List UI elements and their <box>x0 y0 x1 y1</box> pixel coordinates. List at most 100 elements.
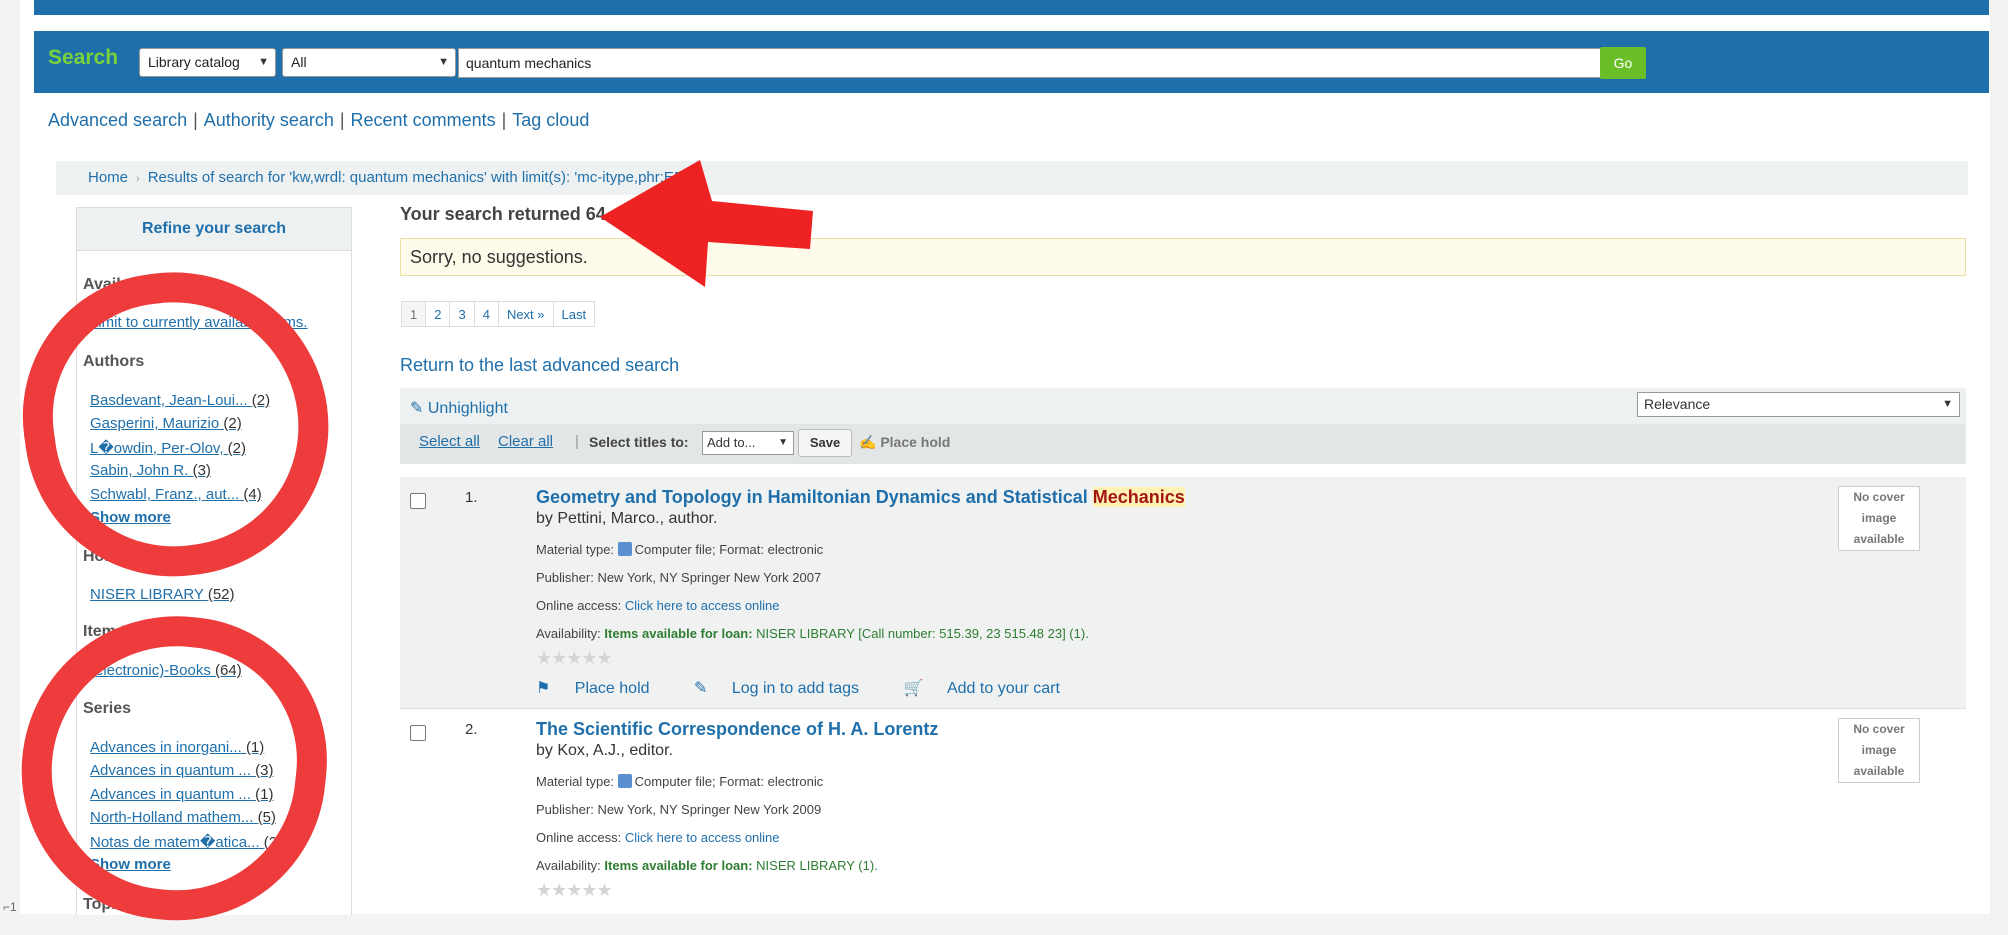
series-title: Series <box>83 700 132 717</box>
save-button[interactable]: Save <box>798 429 852 457</box>
go-button[interactable]: Go <box>1600 47 1646 79</box>
result-checkbox[interactable] <box>410 725 426 741</box>
series-facet-link[interactable]: Advances in quantum ... (1) <box>90 786 273 803</box>
unhighlight-button[interactable]: ✎ Unhighlight <box>410 398 508 418</box>
result-number: 1. <box>465 489 478 506</box>
result-author: by Pettini, Marco., author. <box>536 510 718 527</box>
add-tags-link[interactable]: ✎ Log in to add tags <box>694 680 879 697</box>
author-facet-link[interactable]: Gasperini, Maurizio (2) <box>90 415 242 432</box>
result-checkbox[interactable] <box>410 493 426 509</box>
availability-title: Availability <box>83 276 167 293</box>
tag-cloud-link[interactable]: Tag cloud <box>512 110 589 130</box>
material-type-line: Material type: Computer file; Format: el… <box>536 542 824 557</box>
no-cover-placeholder: No cover image available <box>1838 718 1920 783</box>
search-label: Search <box>48 46 119 69</box>
advanced-search-link[interactable]: Advanced search <box>48 110 187 130</box>
author-facet-link[interactable]: Schwabl, Franz., aut... (4) <box>90 486 262 503</box>
catalog-select[interactable]: Library catalog ▼ <box>139 48 276 77</box>
index-select[interactable]: All ▼ <box>282 48 456 77</box>
rating-stars[interactable]: ★★★★★ <box>536 648 613 669</box>
online-access-link[interactable]: Click here to access online <box>625 830 780 845</box>
pagination: 1 2 3 4 Next » Last <box>401 301 596 327</box>
result-actions: ⚑ Place hold ✎ Log in to add tags 🛒 Add … <box>536 678 1100 698</box>
add-cart-link[interactable]: 🛒 Add to your cart <box>904 680 1080 697</box>
item-types-title: Item types <box>83 623 163 640</box>
return-advanced-search-link[interactable]: Return to the last advanced search <box>400 355 679 376</box>
add-to-select[interactable]: Add to... ▼ <box>702 431 794 455</box>
annotation-arrow-icon <box>600 160 813 287</box>
secondary-nav: Advanced search | Authority search | Recent … <box>48 110 590 130</box>
select-titles-label: Select titles to: <box>589 434 689 450</box>
chevron-down-icon: ▼ <box>258 56 269 68</box>
results-toolbar: ✎ Unhighlight Relevance ▼ <box>400 388 1966 428</box>
result-title[interactable]: Geometry and Topology in Hamiltonian Dyn… <box>536 487 1185 508</box>
hold-icon: ⚑ <box>536 680 551 697</box>
page-3[interactable]: 3 <box>450 301 475 327</box>
online-access-line: Online access: Click here to access onli… <box>536 598 780 613</box>
refine-header: Refine your search <box>77 208 351 251</box>
catalog-select-value: Library catalog <box>148 54 240 70</box>
publisher-line: Publisher: New York, NY Springer New Yor… <box>536 570 822 585</box>
pencil-icon: ✎ <box>410 400 424 417</box>
page-2[interactable]: 2 <box>426 301 451 327</box>
author-facet-link[interactable]: Basdevant, Jean-Loui... (2) <box>90 392 270 409</box>
no-cover-placeholder: No cover image available <box>1838 486 1920 551</box>
item-type-link[interactable]: (electronic)-Books (64) <box>90 662 242 679</box>
place-hold-link[interactable]: ⚑ Place hold <box>536 680 670 697</box>
authors-title: Authors <box>83 353 145 370</box>
result-author: by Kox, A.J., editor. <box>536 742 673 759</box>
search-bar: Search Library catalog ▼ All ▼ quantum m… <box>34 31 1989 93</box>
page-4[interactable]: 4 <box>474 301 499 327</box>
page-next[interactable]: Next » <box>498 301 554 327</box>
page-1[interactable]: 1 <box>401 301 427 327</box>
select-all-link[interactable]: Select all <box>419 433 480 450</box>
series-facet-link[interactable]: North-Holland mathem... (5) <box>90 809 276 826</box>
availability-line: Availability: Items available for loan: … <box>536 858 878 873</box>
top-banner <box>34 0 1989 15</box>
index-select-value: All <box>291 54 307 70</box>
search-input[interactable]: quantum mechanics <box>458 48 1634 78</box>
breadcrumb-separator-icon: › <box>136 173 140 185</box>
online-access-line: Online access: Click here to access onli… <box>536 830 780 845</box>
refine-sidebar: Refine your search Availability Limit to… <box>76 207 352 915</box>
availability-line: Availability: Items available for loan: … <box>536 626 1089 641</box>
limit-available-link[interactable]: Limit to currently available items. <box>90 314 308 331</box>
publisher-line: Publisher: New York, NY Springer New Yor… <box>536 802 822 817</box>
result-number: 2. <box>465 721 478 738</box>
selection-toolbar: Select all Clear all | Select titles to:… <box>400 424 1966 464</box>
chevron-down-icon: ▼ <box>438 56 449 68</box>
hold-icon: ✍ <box>859 434 877 450</box>
series-facet-link[interactable]: Advances in quantum ... (3) <box>90 762 273 779</box>
series-facet-link[interactable]: Advances in inorgani... (1) <box>90 739 264 756</box>
edge-marker: ⌐1 <box>3 900 17 914</box>
author-facet-link[interactable]: L�owdin, Per-Olov, (2) <box>90 439 246 457</box>
breadcrumb-home[interactable]: Home <box>88 169 128 186</box>
result-item: 2. The Scientific Correspondence of H. A… <box>400 709 1966 914</box>
clear-all-link[interactable]: Clear all <box>498 433 553 450</box>
holding-libraries-title: Holding libraries <box>83 548 210 565</box>
result-item: 1. Geometry and Topology in Hamiltonian … <box>400 477 1966 709</box>
material-type-line: Material type: Computer file; Format: el… <box>536 774 824 789</box>
online-access-link[interactable]: Click here to access online <box>625 598 780 613</box>
computer-file-icon <box>617 774 632 788</box>
chevron-down-icon: ▼ <box>778 437 788 448</box>
holding-library-link[interactable]: NISER LIBRARY (52) <box>90 586 235 603</box>
author-facet-link[interactable]: Sabin, John R. (3) <box>90 462 211 479</box>
topics-title: Topics <box>83 896 134 913</box>
tag-icon: ✎ <box>693 680 708 697</box>
series-show-more-link[interactable]: Show more <box>90 856 171 873</box>
chevron-down-icon: ▼ <box>1942 398 1953 410</box>
authority-search-link[interactable]: Authority search <box>204 110 334 130</box>
cart-icon: 🛒 <box>903 680 924 697</box>
toolbar-divider: | <box>575 433 579 450</box>
computer-file-icon <box>617 542 632 556</box>
sort-select[interactable]: Relevance ▼ <box>1637 392 1960 417</box>
place-hold-toolbar[interactable]: ✍ Place hold <box>859 434 950 451</box>
breadcrumb: Home › Results of search for 'kw,wrdl: qua… <box>56 161 1968 195</box>
rating-stars[interactable]: ★★★★★ <box>536 880 613 901</box>
series-facet-link[interactable]: Notas de matem�atica... (2) <box>90 833 282 851</box>
recent-comments-link[interactable]: Recent comments <box>351 110 496 130</box>
result-title[interactable]: The Scientific Correspondence of H. A. L… <box>536 719 938 740</box>
page-last[interactable]: Last <box>553 301 596 327</box>
authors-show-more-link[interactable]: Show more <box>90 509 171 526</box>
